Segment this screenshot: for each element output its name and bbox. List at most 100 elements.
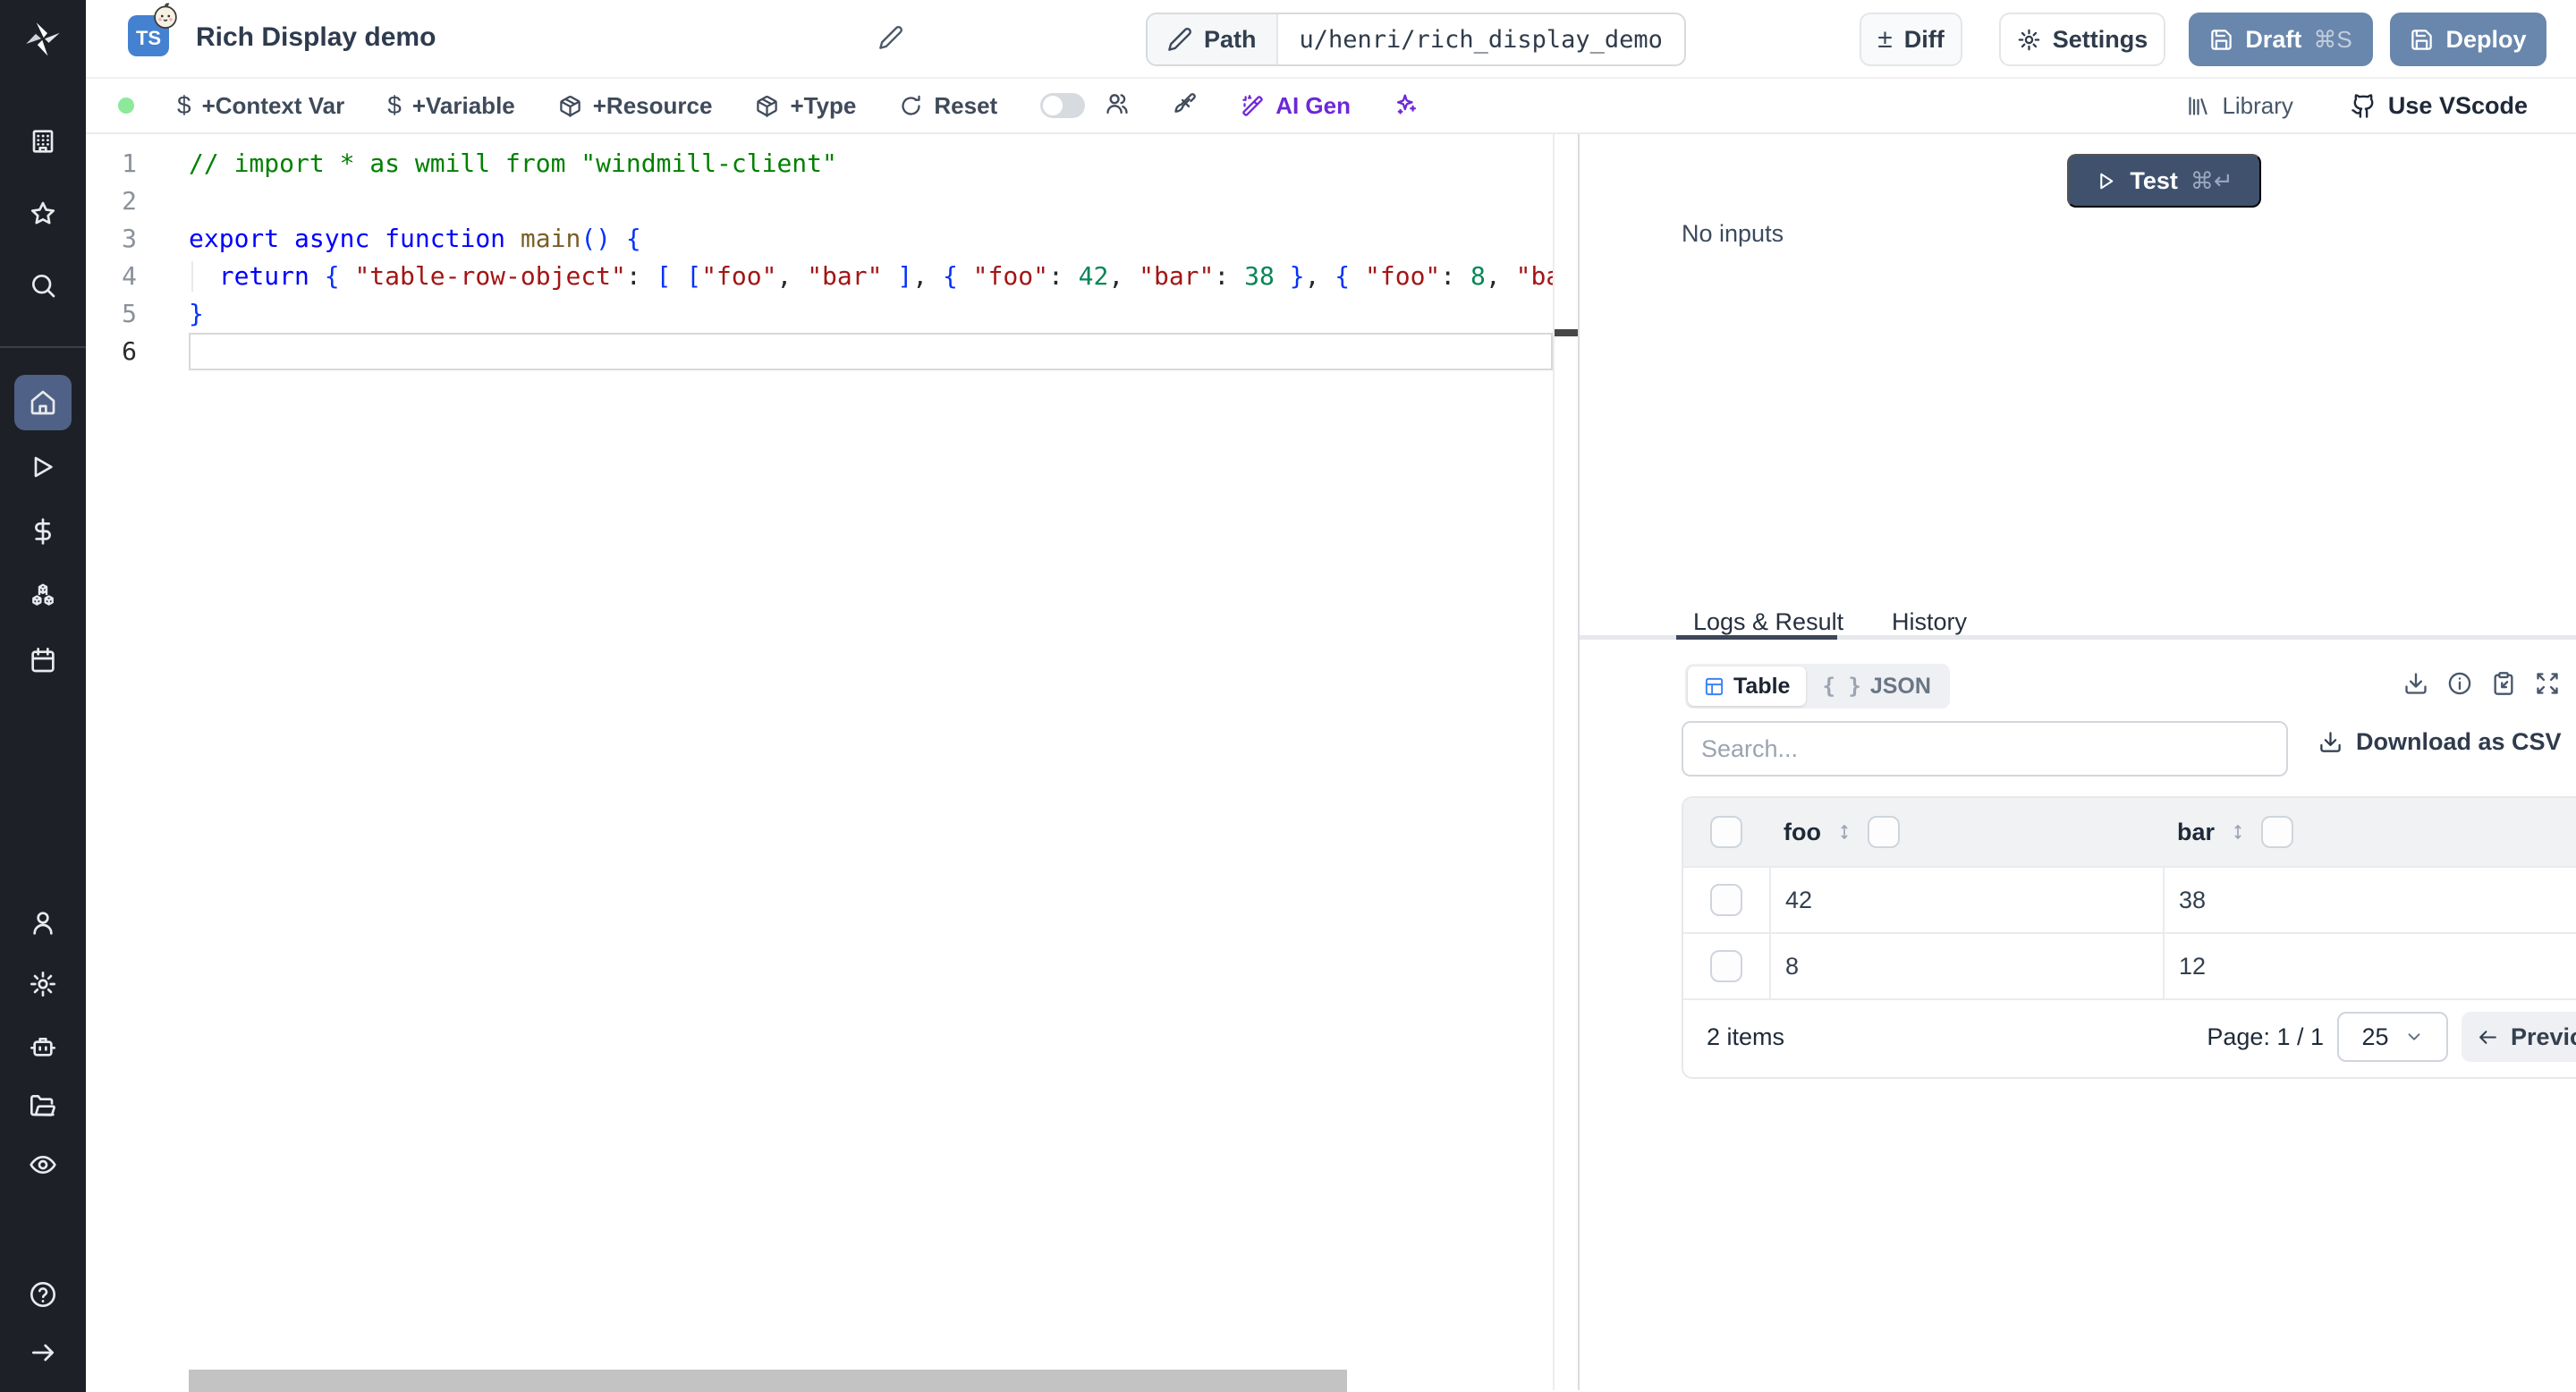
previous-page-button[interactable]: Previous: [2462, 1012, 2576, 1062]
play-icon: [2095, 170, 2117, 192]
column-header-bar[interactable]: bar: [2177, 819, 2215, 846]
view-json-button[interactable]: { } JSON: [1806, 666, 1946, 706]
select-all-checkbox[interactable]: [1710, 816, 1742, 848]
diff-icon: ±: [1877, 26, 1892, 53]
cell-value: 38: [2179, 887, 2206, 914]
draft-shortcut: ⌘S: [2313, 26, 2351, 54]
home-icon[interactable]: [29, 388, 57, 417]
page-info: Page: 1 / 1: [2207, 1023, 2324, 1051]
sort-icon[interactable]: [2229, 819, 2247, 845]
column-checkbox[interactable]: [1868, 816, 1900, 848]
table-icon: [1704, 676, 1724, 697]
page-size-select[interactable]: 25: [2337, 1012, 2448, 1062]
view-table-button[interactable]: Table: [1688, 666, 1806, 706]
code-line[interactable]: [189, 182, 1553, 220]
page-title: Rich Display demo: [196, 22, 436, 53]
package-icon: [755, 94, 779, 118]
sparkles-icon[interactable]: [1394, 91, 1419, 121]
info-icon[interactable]: [2447, 671, 2472, 696]
line-number: 3: [86, 220, 189, 258]
code-line[interactable]: // import * as wmill from "windmill-clie…: [189, 145, 1553, 182]
collab-toggle[interactable]: [1040, 93, 1085, 118]
ai-gen-button[interactable]: AI Gen: [1241, 92, 1351, 120]
path-chip[interactable]: Path u/henri/rich_display_demo: [1146, 13, 1686, 66]
table-row[interactable]: 42 38: [1683, 866, 2576, 932]
tab-logs-result[interactable]: Logs & Result: [1693, 608, 1843, 636]
editor-vertical-scrollbar[interactable]: [1553, 134, 1578, 1390]
gear-icon: [2017, 28, 2041, 52]
script-emoji-icon: [152, 3, 179, 30]
table-row[interactable]: 8 12: [1683, 932, 2576, 998]
reset-icon: [899, 94, 923, 118]
deploy-button[interactable]: Deploy: [2390, 13, 2546, 66]
row-checkbox[interactable]: [1710, 950, 1742, 982]
sidebar-item-search[interactable]: [29, 271, 57, 300]
chevron-down-icon: [2404, 1027, 2424, 1047]
edit-summary-icon[interactable]: [878, 25, 903, 50]
line-number: 2: [86, 182, 189, 220]
line-numbers: 123456: [86, 145, 189, 370]
tab-history[interactable]: History: [1892, 608, 1967, 636]
github-icon: [2351, 93, 2377, 119]
windmill-logo-icon[interactable]: [22, 19, 64, 60]
code-line[interactable]: [189, 333, 1553, 370]
settings-button[interactable]: Settings: [1999, 13, 2165, 66]
add-context-var-button[interactable]: $ +Context Var: [177, 91, 344, 120]
line-number: 1: [86, 145, 189, 182]
code-line[interactable]: export async function main() {: [189, 220, 1553, 258]
test-button[interactable]: Test ⌘↵: [2067, 154, 2261, 208]
path-value: u/henri/rich_display_demo: [1278, 14, 1684, 64]
diff-button[interactable]: ± Diff: [1860, 13, 1962, 66]
items-count: 2 items: [1707, 1023, 1784, 1051]
draft-button[interactable]: Draft ⌘S: [2189, 13, 2373, 66]
reset-button[interactable]: Reset: [899, 92, 997, 120]
sidebar-item-settings[interactable]: [29, 970, 57, 998]
cursor-line-marker: [1555, 329, 1580, 336]
toggle-knob: [1043, 96, 1063, 115]
path-label-segment[interactable]: Path: [1148, 14, 1278, 64]
workspace: 123456 // import * as wmill from "windmi…: [86, 134, 2576, 1390]
sidebar-item-audit[interactable]: [29, 1150, 57, 1179]
add-resource-button[interactable]: +Resource: [558, 92, 713, 120]
code-line[interactable]: return { "table-row-object": [ ["foo", "…: [189, 258, 1553, 295]
sidebar-item-variables[interactable]: [29, 517, 57, 546]
add-variable-button[interactable]: $ +Variable: [387, 91, 515, 120]
editor-horizontal-scrollbar[interactable]: [189, 1370, 1347, 1392]
library-icon: [2186, 94, 2210, 118]
result-actions: [2403, 671, 2560, 696]
copy-to-clipboard-icon[interactable]: [2491, 671, 2516, 696]
column-header-foo[interactable]: foo: [1784, 819, 1821, 846]
library-button[interactable]: Library: [2186, 92, 2292, 120]
status-dot: [118, 98, 134, 114]
search-input[interactable]: [1682, 721, 2288, 777]
sidebar-item-users[interactable]: [29, 909, 57, 938]
sidebar-item-favorites[interactable]: [29, 199, 57, 228]
download-csv-button[interactable]: Download as CSV: [2318, 728, 2562, 756]
right-panel: Test ⌘↵ No inputs Logs & Result History …: [1580, 134, 2576, 1390]
no-inputs-label: No inputs: [1682, 220, 1784, 248]
sidebar-item-workers[interactable]: [29, 1032, 57, 1061]
sidebar-item-workspace[interactable]: [29, 127, 57, 156]
use-vscode-button[interactable]: Use VScode: [2351, 92, 2528, 120]
sidebar-item-schedules[interactable]: [29, 646, 57, 675]
code-editor[interactable]: 123456 // import * as wmill from "windmi…: [86, 134, 1578, 1390]
sort-icon[interactable]: [1835, 819, 1853, 845]
sidebar-item-help[interactable]: [29, 1280, 57, 1309]
expand-result-icon[interactable]: [2535, 671, 2560, 696]
format-brush-icon[interactable]: [1173, 91, 1198, 121]
code-lines[interactable]: // import * as wmill from "windmill-clie…: [189, 145, 1553, 370]
column-checkbox[interactable]: [2261, 816, 2293, 848]
line-number: 5: [86, 295, 189, 333]
line-number: 6: [86, 333, 189, 370]
result-table: foo bar 42 38: [1682, 796, 2576, 1079]
cell-value: 12: [2179, 953, 2206, 980]
sidebar-item-resources[interactable]: [29, 581, 57, 610]
download-result-icon[interactable]: [2403, 671, 2428, 696]
sidebar-item-folders[interactable]: [29, 1091, 57, 1120]
sidebar-item-runs[interactable]: [29, 453, 57, 481]
code-line[interactable]: }: [189, 295, 1553, 333]
sidebar-expand-button[interactable]: [29, 1338, 57, 1367]
users-icon[interactable]: [1105, 91, 1130, 121]
add-type-button[interactable]: +Type: [755, 92, 856, 120]
row-checkbox[interactable]: [1710, 884, 1742, 916]
